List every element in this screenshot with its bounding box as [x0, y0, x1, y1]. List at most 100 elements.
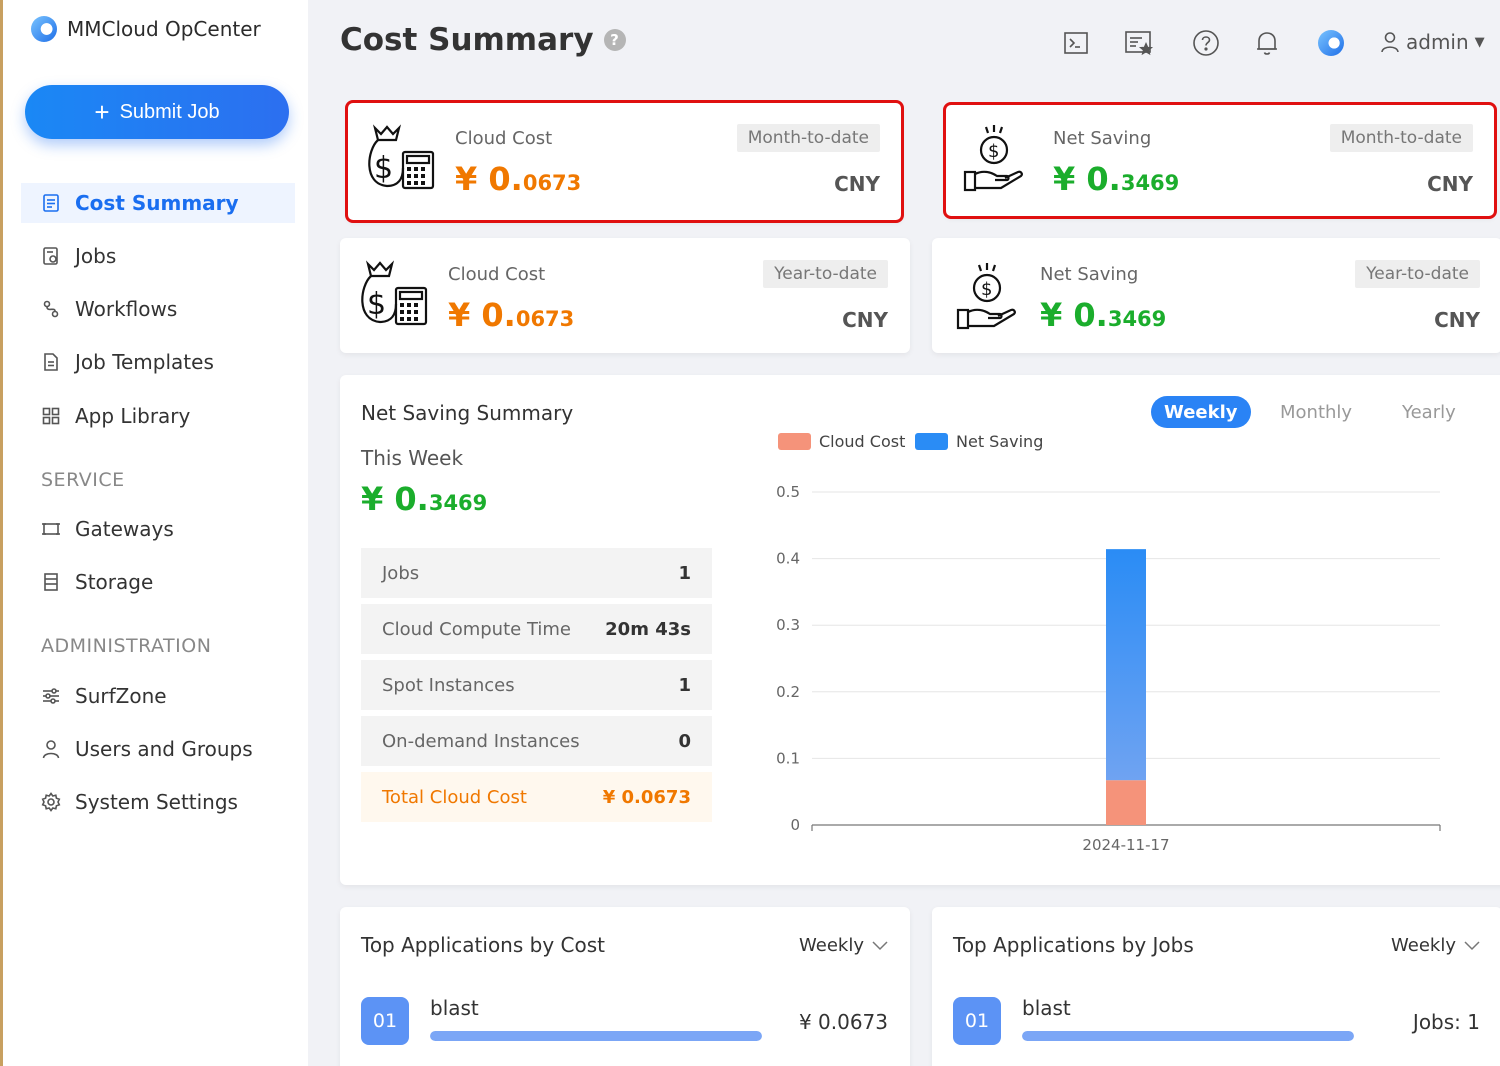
user-icon: [41, 739, 61, 759]
dropdown-value: Weekly: [799, 935, 864, 956]
sidebar-item-label: Gateways: [75, 517, 174, 541]
terminal-icon[interactable]: [1061, 28, 1091, 58]
app-name: MMCloud OpCenter: [67, 17, 261, 41]
top-apps-by-jobs-card: Top Applications by Jobs Weekly 01 blast…: [932, 907, 1500, 1066]
currency-symbol: ¥: [455, 160, 478, 198]
bell-icon[interactable]: [1252, 28, 1282, 58]
sidebar-item-label: App Library: [75, 404, 191, 428]
sidebar-item-app-library[interactable]: App Library: [21, 396, 295, 436]
sidebar-item-label: Storage: [75, 570, 154, 594]
gateway-icon: [41, 519, 61, 539]
period-dropdown[interactable]: Weekly: [799, 935, 888, 956]
sidebar-item-cost-summary[interactable]: Cost Summary: [21, 183, 295, 223]
svg-text:$: $: [374, 151, 393, 186]
stat-label: Net Saving: [1040, 264, 1139, 285]
card-title: Top Applications by Jobs: [953, 933, 1194, 957]
y-tick-label: 0.2: [776, 683, 800, 701]
submit-job-label: Submit Job: [119, 100, 220, 123]
job-file-icon: [41, 246, 61, 266]
stat-value: ¥ 0. 0673: [455, 160, 581, 198]
stat-value: ¥ 0. 0673: [448, 296, 574, 334]
stat-value: ¥ 0. 3469: [1053, 160, 1179, 198]
y-tick-label: 0.4: [776, 550, 800, 568]
value-integer: 0.: [470, 296, 516, 334]
sidebar-item-label: Workflows: [75, 297, 178, 321]
value-decimal: 0673: [515, 307, 575, 331]
app-progress-fill: [430, 1031, 762, 1041]
stat-card-cloud-cost-month: $ Cloud Cost Month-to-date ¥ 0. 0673 CNY: [345, 100, 904, 223]
stat-value: ¥ 0. 3469: [1040, 296, 1166, 334]
money-bag-calculator-icon: $: [365, 122, 437, 198]
app-value: Jobs: 1: [1412, 1010, 1480, 1034]
currency-code: CNY: [842, 308, 888, 332]
user-menu[interactable]: admin ▼: [1380, 30, 1485, 54]
currency-code: CNY: [1427, 172, 1473, 196]
period-badge: Month-to-date: [1329, 124, 1473, 152]
stat-card-net-saving-year: $ Net Saving Year-to-date ¥ 0. 3469 CNY: [932, 238, 1500, 353]
bar-cloud-cost: [1106, 780, 1146, 825]
stat-label: Cloud Cost: [455, 128, 553, 149]
sidebar-item-users-and-groups[interactable]: Users and Groups: [21, 729, 295, 769]
help-icon[interactable]: [1191, 28, 1221, 58]
app-logo[interactable]: MMCloud OpCenter: [31, 16, 261, 42]
currency-symbol: ¥: [1053, 160, 1076, 198]
rank-badge: 01: [953, 997, 1001, 1045]
period-dropdown[interactable]: Weekly: [1391, 935, 1480, 956]
app-progress-bar: [430, 1031, 762, 1041]
sidebar-item-storage[interactable]: Storage: [21, 562, 295, 602]
app-name[interactable]: blast: [430, 996, 479, 1020]
value-integer: 0.: [1062, 296, 1108, 334]
grid-icon: [41, 406, 61, 426]
svg-text:$: $: [367, 287, 386, 322]
sidebar-item-workflows[interactable]: Workflows: [21, 289, 295, 329]
svg-text:$: $: [988, 141, 999, 162]
x-tick-label: 2024-11-17: [1082, 836, 1169, 854]
currency-symbol: ¥: [1040, 296, 1063, 334]
sidebar-item-system-settings[interactable]: System Settings: [21, 782, 295, 822]
stat-label: Cloud Cost: [448, 264, 546, 285]
value-decimal: 3469: [1107, 307, 1167, 331]
plus-icon: +: [94, 97, 110, 127]
net-saving-summary-card: Net Saving Summary This Week ¥ 0. 3469 J…: [340, 375, 1500, 885]
sidebar-item-job-templates[interactable]: Job Templates: [21, 342, 295, 382]
currency-code: CNY: [834, 172, 880, 196]
sidebar-item-gateways[interactable]: Gateways: [21, 509, 295, 549]
y-tick-label: 0.5: [776, 483, 800, 501]
favorite-list-icon[interactable]: [1124, 28, 1154, 58]
page-title-group: Cost Summary ?: [340, 22, 626, 58]
app-progress-fill: [1022, 1031, 1354, 1041]
stat-card-cloud-cost-year: $ Cloud Cost Year-to-date ¥ 0. 0673 CNY: [340, 238, 910, 353]
value-decimal: 3469: [1120, 171, 1180, 195]
net-saving-chart: 0 0.1 0.2 0.3 0.4 0.5 2024-11-17: [776, 483, 1441, 854]
submit-job-button[interactable]: + Submit Job: [25, 85, 289, 139]
card-title: Top Applications by Cost: [361, 933, 605, 957]
sidebar-item-label: Cost Summary: [75, 191, 239, 215]
value-decimal: 0673: [522, 171, 582, 195]
chevron-down-icon: [872, 940, 888, 950]
help-badge-icon[interactable]: ?: [603, 29, 626, 51]
sliders-icon: [41, 686, 61, 706]
sidebar-item-jobs[interactable]: Jobs: [21, 236, 295, 276]
logo-icon: [31, 16, 57, 42]
rank-badge: 01: [361, 997, 409, 1045]
currency-symbol: ¥: [448, 296, 471, 334]
top-apps-by-cost-card: Top Applications by Cost Weekly 01 blast…: [340, 907, 910, 1066]
bar-net-saving: [1106, 549, 1146, 781]
app-progress-bar: [1022, 1031, 1354, 1041]
period-badge: Year-to-date: [763, 260, 888, 288]
user-icon: [1381, 32, 1399, 53]
service-heading: SERVICE: [41, 469, 125, 491]
gear-icon: [41, 792, 61, 812]
money-bag-calculator-icon: $: [358, 258, 430, 334]
period-badge: Year-to-date: [1355, 260, 1480, 288]
y-tick-label: 0.3: [776, 616, 800, 634]
sidebar-item-label: Jobs: [75, 244, 117, 268]
stat-label: Net Saving: [1053, 128, 1152, 149]
sidebar-item-label: Users and Groups: [75, 737, 253, 761]
brand-logo-icon[interactable]: [1316, 28, 1346, 58]
app-name[interactable]: blast: [1022, 996, 1071, 1020]
app-value: ¥ 0.0673: [798, 1010, 888, 1034]
workflow-icon: [41, 299, 61, 319]
sidebar-item-surfzone[interactable]: SurfZone: [21, 676, 295, 716]
hand-coin-icon: $: [956, 260, 1018, 336]
